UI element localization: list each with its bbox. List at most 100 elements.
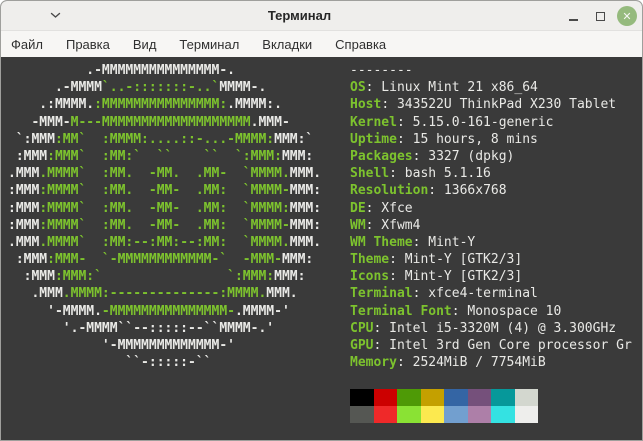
ascii-art-line: :MMM:MMMM` :MM. -MM- .MM: `MMMM-MMM: [8,217,321,234]
maximize-button[interactable] [590,6,610,26]
menu-item-view[interactable]: Вид [125,33,165,56]
info-value: : Xfwm4 [365,217,421,233]
ascii-art-line: `:MMM:MM` :MMMM:....::-...-MMMM:MMM:` [8,131,321,148]
info-line-os: OS: Linux Mint 21 x86_64 [350,79,632,96]
menu-item-tabs[interactable]: Вкладки [254,33,320,56]
ascii-art-segment-g: :MMM` :MM:` `` `` `:MMM: [47,148,282,164]
info-line-wm-theme: WM Theme: Mint-Y [350,234,632,251]
terminal-window: Терминал ✕ Файл Правка Вид Терминал Вкладки С… [0,0,643,441]
ascii-art-segment-g: .MMMM:--------------:MMMM. [62,286,267,302]
minimize-icon [568,19,578,21]
info-label: Host [350,97,382,113]
info-value: : 1366x768 [428,183,507,199]
ascii-art-segment-w: MMM: [274,269,306,285]
ascii-art-line: .-MMMM`..-:::::::-..`MMMM-. [8,79,321,96]
ascii-art-segment-g: M---MMMMMMMMMMMMMMMMMMM [70,114,251,130]
menu-item-file[interactable]: Файл [3,33,51,56]
info-label: Packages [350,148,413,164]
menu-item-terminal[interactable]: Терминал [171,33,247,56]
ascii-art-segment-g: :MMMMMMMMMMMMMMM: [94,97,228,113]
ascii-art-segment-w: .MMM [8,234,40,250]
info-divider: -------- [350,62,632,79]
info-line-resolution: Resolution: 1366x768 [350,182,632,199]
ascii-art-segment-w: .-MMMM [8,80,102,96]
info-label: Memory [350,355,397,371]
ascii-art-segment-w: MMM: [289,217,322,233]
ascii-art-line: :MMM:MMM- `-MMMMMMMMMMMM-` -MMM-MMM: [8,251,321,268]
info-value: : Monospace 10 [451,303,562,319]
terminal-screen[interactable]: .-MMMMMMMMMMMMMMM-. .-MMMM`..-:::::::-..… [1,57,642,440]
ascii-art-segment-w: :MMM [8,148,48,164]
info-label: GPU [350,338,374,353]
ascii-art-segment-w: '-MMMM. [8,303,102,319]
info-label: Theme [350,252,390,268]
ascii-art-line: :MMM:MMM:` `:MMM:MMM: [8,268,321,285]
palette-swatch [444,388,468,406]
ascii-art-segment-w: MMM: [281,252,314,268]
ascii-art-segment-g: :MMMM` :MM. -MM- .MM: `MMMM: [39,200,290,216]
window-title: Терминал [267,8,332,23]
info-label: Kernel [350,114,397,130]
info-line-cpu: CPU: Intel i5-3320M (4) @ 3.300GHz [350,320,632,337]
ascii-art-segment-w: MMMM-. [219,80,267,96]
ascii-art-segment-w: :MMM [8,200,40,216]
info-value: : Mint-Y [412,234,476,250]
info-label: WM Theme [350,234,413,250]
palette-swatch [467,388,491,406]
info-line-wm: WM: Xfwm4 [350,217,632,234]
ascii-art-segment-w: '.-MMMM``--:::::--``MMMM-.' [8,320,275,336]
info-line-icons: Icons: Mint-Y [GTK2/3] [350,268,632,285]
ascii-art-segment-w: ``-:::::-`` [8,355,212,371]
palette-swatch [420,388,444,406]
info-value: : 3327 (dpkg) [412,148,515,164]
ascii-art-line: :MMM:MMMM` :MM. -MM- .MM: `MMMM-MMM: [8,182,321,199]
info-line-de: DE: Xfce [350,200,632,217]
info-label: DE [350,200,366,216]
info-line-kernel: Kernel: 5.15.0-161-generic [350,114,632,131]
info-value: : Mint-Y [GTK2/3] [389,252,523,268]
info-value: : Intel i5-3320M (4) @ 3.300GHz [373,320,617,336]
info-value: : 5.15.0-161-generic [396,114,554,130]
info-value: : 343522U ThinkPad X230 Tablet [381,97,617,113]
palette-swatch [444,405,468,423]
ascii-art-segment-g: :MMM- `-MMMMMMMMMMMM-` -MMM- [47,252,282,268]
palette-row-bright [350,405,632,423]
ascii-art-segment-w: .MMMM-' [234,303,290,319]
info-value: : 15 hours, 8 mins [396,131,538,147]
close-icon: ✕ [622,9,632,23]
palette-swatch [397,388,421,406]
info-line-gpu: GPU: Intel 3rd Gen Core processor Gr [350,337,632,354]
ascii-art-line: .-MMMMMMMMMMMMMMM-. [8,62,321,79]
palette-swatch [491,388,515,406]
info-value: : Xfce [365,200,413,216]
ascii-art-segment-g: :MMMM` :MM. -MM- .MM: `MMMM- [39,217,290,233]
minimize-button[interactable] [563,6,583,26]
info-line-terminal: Terminal: xfce4-terminal [350,285,632,302]
menu-item-help[interactable]: Справка [327,33,394,56]
ascii-art-segment-w: :MMM [8,252,48,268]
maximize-icon [595,11,605,21]
info-line-uptime: Uptime: 15 hours, 8 mins [350,131,632,148]
ascii-art-line: :MMM:MMMM` :MM. -MM- .MM: `MMMM:MMM: [8,200,321,217]
close-button[interactable]: ✕ [617,6,637,26]
ascii-art-segment-g: :MMM:` `:MMM: [54,269,275,285]
ascii-art-segment-w: .MMM [8,286,63,302]
info-label: Shell [350,166,390,182]
palette-swatch [491,405,515,423]
ascii-art-segment-g: :MMMM` :MM. -MM- .MM: `MMMM- [39,183,290,199]
info-label: Resolution [350,183,429,199]
ascii-art-segment-w: :MMM [8,217,40,233]
titlebar[interactable]: Терминал ✕ [1,1,642,31]
info-label: OS [350,80,366,96]
menu-item-edit[interactable]: Правка [58,33,118,56]
palette-swatch [397,405,421,423]
ascii-art-segment-w: MMM. [289,166,322,182]
ascii-art-segment-g: .MMMM` :MM:--:MM:--:MM: `MMMM. [39,234,290,250]
menubar: Файл Правка Вид Терминал Вкладки Справка [1,31,642,57]
ascii-art-line: .MMM.MMMM` :MM:--:MM:--:MM: `MMMM.MMM. [8,234,321,251]
ascii-art-segment-w: :MMM [8,269,55,285]
ascii-art-line: .:MMMM.:MMMMMMMMMMMMMMM:.MMMM:. [8,96,321,113]
info-label: Uptime [350,131,397,147]
info-value: : 2524MiB / 7754MiB [396,355,546,371]
